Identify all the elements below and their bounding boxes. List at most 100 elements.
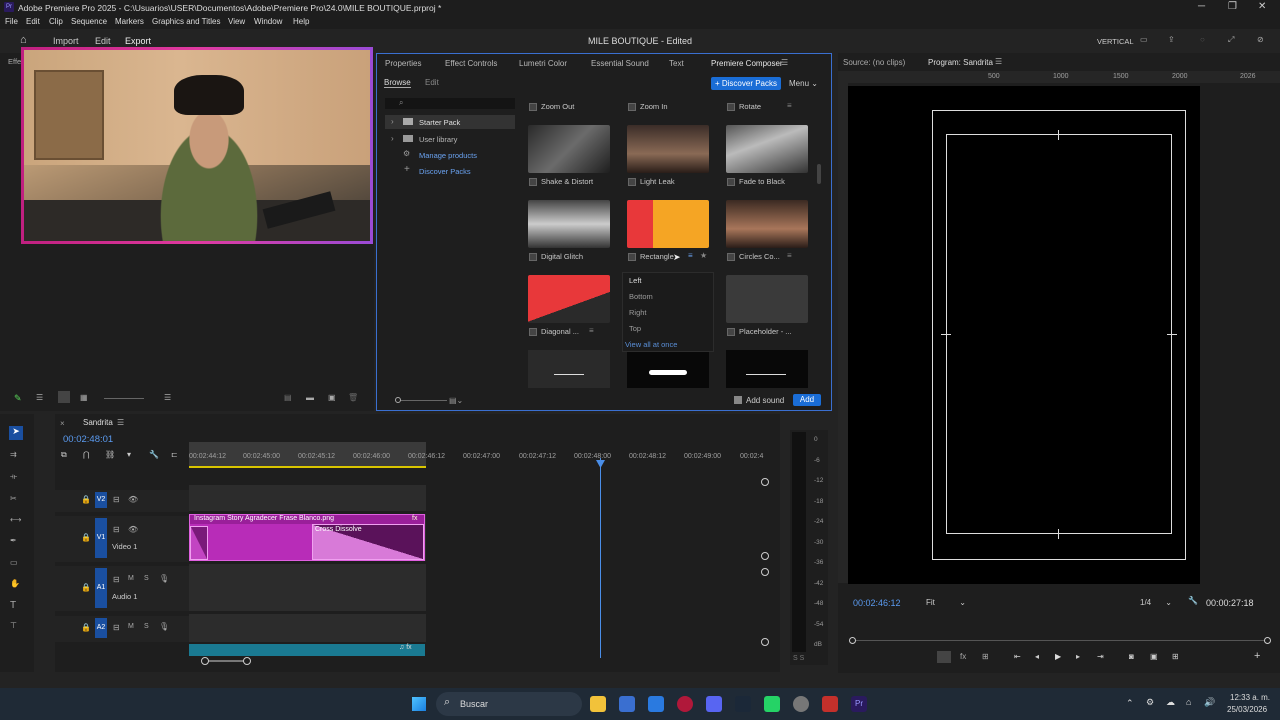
- scrubber-handle[interactable]: [849, 637, 856, 644]
- thumb-logo[interactable]: [627, 350, 709, 388]
- whatsapp-icon[interactable]: [764, 696, 780, 712]
- solo-icon[interactable]: S: [144, 575, 149, 582]
- track-select-icon[interactable]: ⇉: [10, 450, 17, 459]
- slider-handle[interactable]: [395, 397, 401, 403]
- h-scrollbar[interactable]: [201, 657, 251, 665]
- sync-icon[interactable]: ⊟: [113, 575, 120, 584]
- step-forward-icon[interactable]: ▸: [1076, 652, 1080, 661]
- time-ruler[interactable]: 00:02:44:12 00:02:45:00 00:02:45:12 00:0…: [189, 450, 769, 464]
- progress-icon[interactable]: ○: [1200, 35, 1205, 44]
- fit-dropdown[interactable]: Fit ⌄: [922, 596, 970, 609]
- panel-menu-icon[interactable]: ☰: [117, 418, 124, 427]
- close-icon[interactable]: ×: [60, 419, 65, 428]
- settings-icon[interactable]: [619, 696, 635, 712]
- transition-start[interactable]: [190, 526, 208, 560]
- compare-icon[interactable]: ▣: [1150, 652, 1158, 661]
- linked-icon[interactable]: ⛓: [105, 450, 115, 459]
- snap-icon[interactable]: ⋂: [83, 450, 90, 459]
- composer-menu[interactable]: Menu ⌄: [789, 79, 818, 88]
- safe-margins-icon[interactable]: [937, 651, 951, 663]
- menu-markers[interactable]: Markers: [115, 17, 144, 26]
- view-options-icon[interactable]: ▤⌄: [449, 396, 463, 405]
- track-lane-a2[interactable]: [189, 614, 426, 642]
- menu-help[interactable]: Help: [293, 17, 309, 26]
- freeform-view-icon[interactable]: ▦: [80, 393, 88, 402]
- program-tab[interactable]: Program: Sandrita: [928, 58, 993, 67]
- mic-icon[interactable]: 🎙: [159, 574, 169, 583]
- size-slider[interactable]: [395, 397, 447, 403]
- thumb-line-1[interactable]: [528, 350, 610, 388]
- eye-icon[interactable]: 👁: [128, 495, 138, 504]
- fx-icon[interactable]: fx: [960, 652, 966, 661]
- track-lane-v2[interactable]: [189, 485, 426, 511]
- lock-icon[interactable]: 🔒: [81, 533, 91, 542]
- sync-icon[interactable]: ⊟: [113, 623, 120, 632]
- thumb-shake-distort[interactable]: [528, 125, 610, 173]
- dropdown-option-left[interactable]: Left: [629, 276, 642, 285]
- eye-icon[interactable]: 👁: [128, 525, 138, 534]
- play-icon[interactable]: ▶: [1055, 652, 1061, 661]
- resolution-dropdown[interactable]: 1/4 ⌄: [1136, 596, 1176, 609]
- list-view-icon[interactable]: ☰: [36, 393, 43, 402]
- home-icon[interactable]: ⌂: [20, 34, 27, 46]
- video-clip[interactable]: Instagram Story Agradecer Frase Blanco.p…: [189, 514, 425, 561]
- tray-bluetooth-icon[interactable]: ⚙: [1146, 697, 1154, 708]
- nest-icon[interactable]: ⧉: [61, 450, 67, 460]
- icon-view-icon[interactable]: [58, 391, 70, 403]
- layout-icon[interactable]: ▭: [1140, 35, 1148, 44]
- menu-file[interactable]: File: [5, 17, 18, 26]
- playhead-handle[interactable]: [596, 460, 605, 468]
- thumb-line-2[interactable]: [726, 350, 808, 388]
- preset-menu-icon[interactable]: ≡: [688, 251, 693, 260]
- view-all-link[interactable]: View all at once: [625, 340, 677, 349]
- type-tool-icon[interactable]: T: [10, 600, 16, 611]
- camera-icon[interactable]: ◙: [1129, 652, 1134, 661]
- add-button-icon[interactable]: +: [1254, 650, 1260, 662]
- effects-tab-fragment[interactable]: Effe: [8, 57, 21, 66]
- cross-dissolve-transition[interactable]: Cross Dissolve: [312, 524, 424, 560]
- scrubber-handle[interactable]: [1264, 637, 1271, 644]
- thumb-diagonal[interactable]: [528, 275, 610, 323]
- track-lane-a1[interactable]: [189, 564, 426, 611]
- tray-network-icon[interactable]: ⌂: [1186, 697, 1191, 707]
- pen-tool-icon[interactable]: ✒: [10, 536, 17, 545]
- go-to-in-icon[interactable]: ⇤: [1014, 652, 1021, 661]
- sync-icon[interactable]: ⊟: [113, 495, 120, 504]
- lock-icon[interactable]: 🔒: [81, 623, 91, 632]
- mic-icon[interactable]: 🎙: [159, 622, 169, 631]
- tab-text[interactable]: Text: [669, 59, 684, 68]
- fullscreen-icon[interactable]: ⤢: [1228, 35, 1234, 45]
- lock-icon[interactable]: 🔒: [81, 583, 91, 592]
- dropdown-option-right[interactable]: Right: [629, 308, 647, 317]
- thumb-light-leak[interactable]: [627, 125, 709, 173]
- go-to-out-icon[interactable]: ⇥: [1097, 652, 1104, 661]
- discover-packs-button[interactable]: + Discover Packs: [711, 77, 781, 90]
- scroll-handle[interactable]: [201, 657, 209, 665]
- maximize-icon[interactable]: ❐: [1228, 1, 1237, 12]
- program-timecode[interactable]: 00:02:46:12: [853, 598, 901, 608]
- windows-start-icon[interactable]: [412, 697, 426, 711]
- tab-essential-sound[interactable]: Essential Sound: [591, 59, 649, 68]
- selection-tool-icon[interactable]: ➤: [9, 426, 23, 440]
- workspace-layout[interactable]: VERTICAL: [1097, 37, 1134, 46]
- tree-item-starter-pack[interactable]: › Starter Pack: [385, 115, 515, 129]
- preset-menu-icon[interactable]: ≡: [787, 101, 792, 110]
- menu-view[interactable]: View: [228, 17, 245, 26]
- settings-grid-icon[interactable]: ⊞: [982, 652, 989, 661]
- program-viewer[interactable]: [848, 86, 1200, 584]
- scroll-handle[interactable]: [243, 657, 251, 665]
- tree-item-manage-products[interactable]: ⚙ Manage products: [385, 148, 515, 162]
- sort-icon[interactable]: ☰: [164, 393, 171, 402]
- step-back-icon[interactable]: ◂: [1035, 652, 1039, 661]
- audio-clip[interactable]: ♫ fx: [189, 644, 425, 656]
- search-box[interactable]: ⌕ Buscar: [436, 692, 582, 716]
- preset-menu-icon[interactable]: ≡: [787, 251, 792, 260]
- caption-tool-icon[interactable]: ⊤: [10, 621, 17, 630]
- new-item-icon[interactable]: ▣: [328, 393, 336, 402]
- scrollbar-thumb[interactable]: [817, 164, 821, 184]
- tray-chevron-icon[interactable]: ⌃: [1126, 698, 1134, 709]
- pen-icon[interactable]: ✎: [14, 393, 22, 404]
- hand-icon[interactable]: ✋: [10, 579, 20, 588]
- tab-properties[interactable]: Properties: [385, 59, 421, 68]
- v-scroll-handle[interactable]: [761, 552, 769, 560]
